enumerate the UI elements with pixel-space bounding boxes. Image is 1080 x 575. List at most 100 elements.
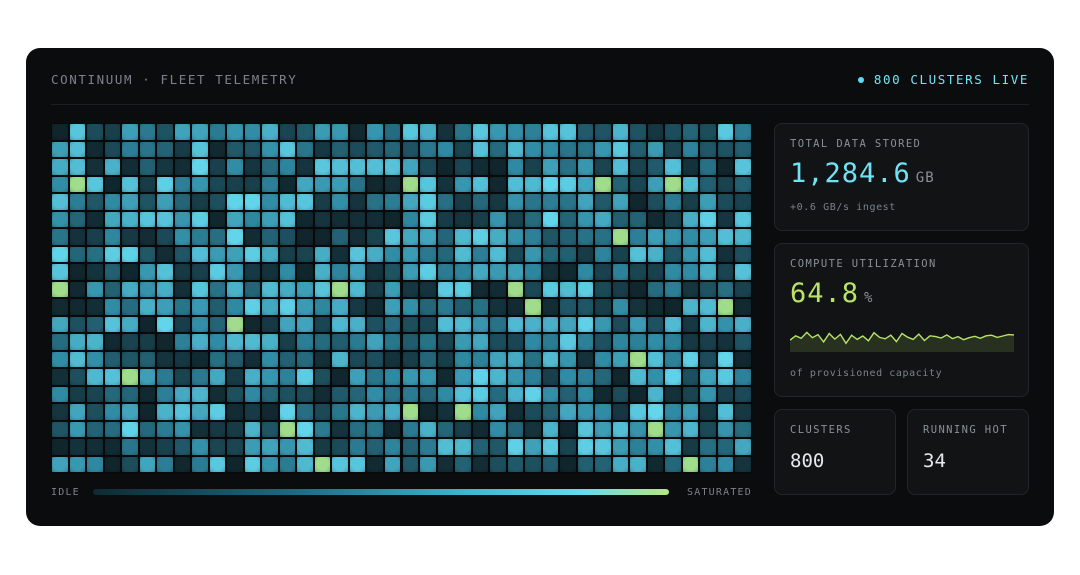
cluster-cell: [455, 439, 471, 455]
cluster-cell: [209, 211, 226, 227]
cluster-cell: [682, 334, 699, 350]
cluster-cell: [735, 404, 751, 420]
cluster-cell: [630, 176, 646, 192]
cluster-cell: [630, 194, 646, 210]
cluster-cell: [227, 246, 243, 262]
cluster-cell: [665, 211, 681, 227]
cluster-cell: [612, 124, 629, 140]
cluster-cell: [349, 404, 366, 420]
cluster-cell: [227, 386, 243, 402]
cluster-cell: [192, 246, 208, 262]
cluster-cell: [472, 334, 489, 350]
cluster-cell: [139, 211, 156, 227]
cluster-cell: [262, 229, 278, 245]
cluster-cell: [577, 124, 594, 140]
cluster-cell: [735, 194, 751, 210]
cluster-cell: [700, 176, 716, 192]
cluster-cell: [647, 141, 664, 157]
cluster-cell: [384, 141, 401, 157]
cluster-cell: [69, 159, 86, 175]
cluster-cell: [384, 439, 401, 455]
cluster-cell: [595, 316, 611, 332]
cluster-cell: [297, 456, 313, 472]
storage-value-line: 1,284.6 GB: [790, 158, 935, 189]
cluster-cell: [332, 404, 348, 420]
cluster-cell: [490, 439, 506, 455]
cluster-cell: [279, 194, 296, 210]
cluster-cell: [104, 456, 121, 472]
cluster-cell: [455, 334, 471, 350]
cluster-cell: [735, 299, 751, 315]
cluster-cell: [717, 334, 734, 350]
cluster-cell: [349, 124, 366, 140]
cluster-cell: [384, 229, 401, 245]
cluster-cell: [69, 194, 86, 210]
cluster-cell: [69, 369, 86, 385]
cluster-cell: [525, 229, 541, 245]
cluster-cell: [577, 299, 594, 315]
cluster-cell: [402, 211, 419, 227]
cluster-cell: [297, 421, 313, 437]
cluster-cell: [314, 124, 331, 140]
cluster-cell: [52, 141, 68, 157]
cluster-cell: [507, 334, 524, 350]
cluster-cell: [577, 141, 594, 157]
cluster-cell: [297, 439, 313, 455]
cluster-cell: [157, 141, 173, 157]
cluster-cell: [682, 141, 699, 157]
cluster-cell: [139, 369, 156, 385]
cluster-cell: [735, 369, 751, 385]
cluster-cell: [647, 369, 664, 385]
cluster-cell: [314, 176, 331, 192]
storage-sub: +0.6 GB/s ingest: [790, 202, 896, 213]
cluster-cell: [87, 334, 103, 350]
cluster-cell: [560, 404, 576, 420]
cluster-cell: [349, 246, 366, 262]
cluster-cell: [595, 439, 611, 455]
cluster-cell: [665, 386, 681, 402]
cluster-cell: [455, 229, 471, 245]
cluster-cell: [595, 334, 611, 350]
cluster-cell: [682, 456, 699, 472]
cluster-cell: [595, 369, 611, 385]
cluster-cell: [332, 124, 348, 140]
cluster-cell: [472, 386, 489, 402]
cluster-cell: [244, 351, 261, 367]
cluster-cell: [297, 246, 313, 262]
cluster-cell: [665, 176, 681, 192]
cluster-cell: [174, 281, 191, 297]
cluster-cell: [262, 386, 278, 402]
cluster-cell: [402, 334, 419, 350]
cluster-cell: [472, 439, 489, 455]
cluster-cell: [420, 211, 436, 227]
cluster-cell: [542, 159, 559, 175]
cluster-cell: [314, 456, 331, 472]
cluster-cell: [472, 141, 489, 157]
cluster-cell: [192, 404, 208, 420]
cluster-cell: [139, 299, 156, 315]
cluster-cell: [542, 141, 559, 157]
cluster-cell: [122, 369, 138, 385]
cluster-cell: [665, 246, 681, 262]
cluster-cell: [560, 159, 576, 175]
cluster-cell: [69, 439, 86, 455]
cluster-cell: [104, 194, 121, 210]
cluster-cell: [209, 316, 226, 332]
cluster-cell: [279, 386, 296, 402]
cluster-cell: [192, 421, 208, 437]
cluster-cell: [297, 159, 313, 175]
cluster-cell: [279, 404, 296, 420]
cluster-cell: [455, 246, 471, 262]
heatmap-scale: IDLE SATURATED: [51, 485, 752, 499]
cluster-cell: [560, 176, 576, 192]
cluster-cell: [437, 124, 454, 140]
cluster-cell: [209, 456, 226, 472]
cluster-cell: [174, 159, 191, 175]
cluster-cell: [437, 211, 454, 227]
cluster-cell: [139, 456, 156, 472]
cluster-cell: [402, 299, 419, 315]
cluster-cell: [735, 124, 751, 140]
cluster-cell: [630, 369, 646, 385]
cluster-cell: [192, 351, 208, 367]
cluster-cell: [577, 281, 594, 297]
